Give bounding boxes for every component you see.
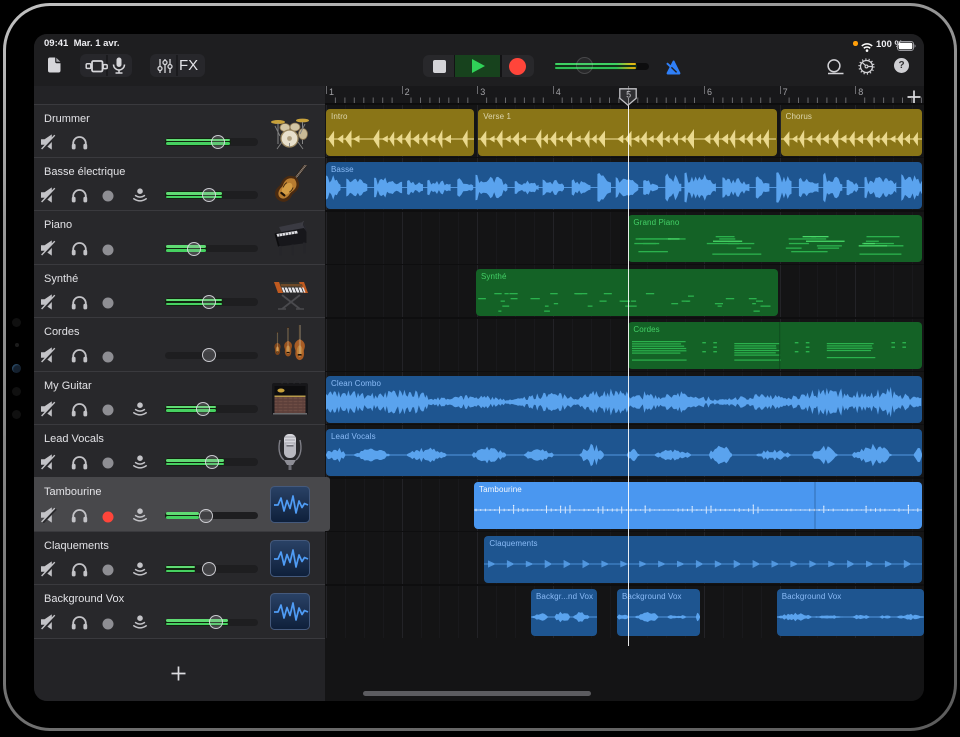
svg-text:5: 5 xyxy=(626,89,631,99)
